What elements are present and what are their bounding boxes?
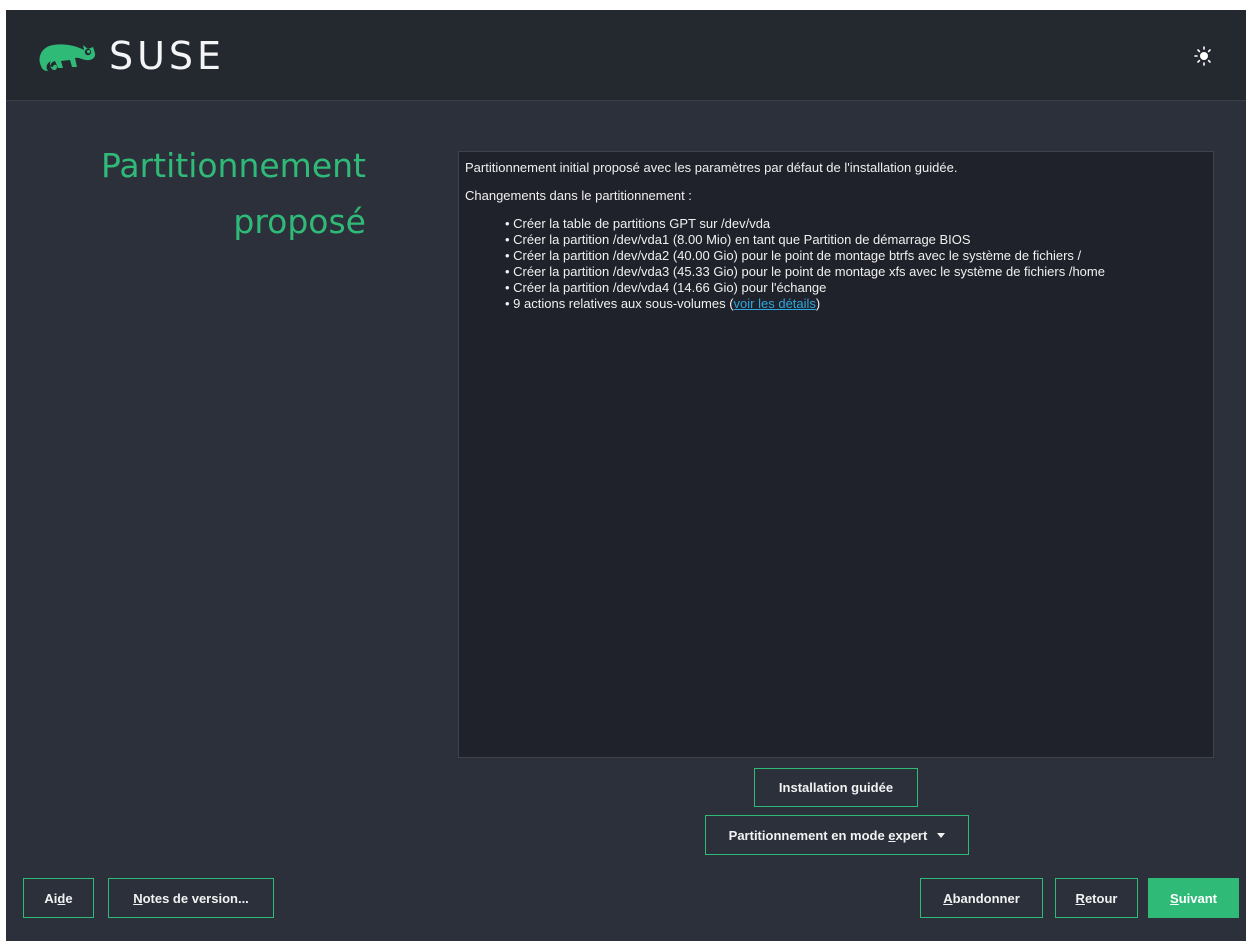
- theme-toggle-button[interactable]: [1194, 43, 1220, 69]
- list-item: • Créer la table de partitions GPT sur /…: [505, 216, 771, 231]
- label-part: Installation: [778, 780, 852, 795]
- label-part: otes de version...: [142, 890, 249, 906]
- back-label: Retour: [1076, 891, 1118, 906]
- subvolumes-suffix: ): [815, 296, 821, 311]
- mnemonic-key: N: [133, 890, 143, 906]
- next-label: Suivant: [1170, 891, 1217, 906]
- label-part: bandonner: [952, 890, 1020, 906]
- mnemonic-key: g: [851, 780, 860, 795]
- subvolumes-prefix: • 9 actions relatives aux sous-volumes (: [505, 296, 734, 311]
- help-label: Aide: [44, 891, 72, 906]
- mnemonic-key: e: [888, 827, 896, 843]
- installer-window: SUSE Partitionnement proposé Partitionne…: [6, 10, 1246, 941]
- page-title: Partitionnement proposé: [36, 138, 366, 250]
- list-item: • Créer la partition /dev/vda3 (45.33 Gi…: [505, 264, 1105, 279]
- mnemonic-key: R: [1075, 890, 1085, 906]
- brand-name: SUSE: [109, 34, 226, 78]
- suse-chameleon-icon: [39, 44, 96, 71]
- list-item: • Créer la partition /dev/vda4 (14.66 Gi…: [505, 280, 827, 295]
- chevron-down-icon: [937, 832, 946, 838]
- release-notes-label: Notes de version...: [133, 891, 249, 906]
- label-part: uivant: [1178, 890, 1217, 906]
- page-title-line-1: Partitionnement: [100, 146, 366, 185]
- back-button[interactable]: Retour: [1055, 878, 1138, 918]
- suse-logo: SUSE: [33, 32, 225, 80]
- abort-button[interactable]: Abandonner: [920, 878, 1043, 918]
- see-details-link[interactable]: voir les détails: [734, 296, 816, 311]
- expert-partitioner-button[interactable]: Partitionnement en mode expert: [705, 815, 969, 855]
- guided-setup-label: Installation guidée: [779, 780, 893, 795]
- list-item: • Créer la partition /dev/vda1 (8.00 Mio…: [505, 232, 971, 247]
- theme-toggle-icon: [1194, 46, 1216, 66]
- label-part: Partitionnement en mode: [728, 827, 889, 843]
- next-button[interactable]: Suivant: [1148, 878, 1239, 918]
- mnemonic-key: A: [943, 890, 953, 906]
- help-button[interactable]: Aide: [23, 878, 94, 918]
- label-part: e: [65, 890, 73, 906]
- expert-partitioner-label: Partitionnement en mode expert: [729, 828, 928, 843]
- label-part: etour: [1084, 890, 1118, 906]
- list-item-subvolumes: • 9 actions relatives aux sous-volumes (…: [505, 296, 1207, 312]
- abort-label: Abandonner: [943, 891, 1020, 906]
- changes-heading: Changements dans le partitionnement :: [465, 188, 692, 203]
- mnemonic-key: S: [1170, 890, 1179, 906]
- header-bar: SUSE: [6, 10, 1246, 101]
- release-notes-button[interactable]: Notes de version...: [108, 878, 274, 918]
- label-part: uidée: [859, 780, 894, 795]
- label-part: xpert: [895, 827, 928, 843]
- proposal-summary: Partitionnement initial proposé avec les…: [458, 151, 1214, 758]
- guided-setup-button[interactable]: Installation guidée: [754, 768, 918, 807]
- changes-list: • Créer la table de partitions GPT sur /…: [465, 216, 1207, 312]
- proposal-intro: Partitionnement initial proposé avec les…: [465, 160, 958, 175]
- list-item: • Créer la partition /dev/vda2 (40.00 Gi…: [505, 248, 1082, 263]
- label-part: Ai: [44, 890, 58, 906]
- page-title-line-2: proposé: [233, 202, 366, 241]
